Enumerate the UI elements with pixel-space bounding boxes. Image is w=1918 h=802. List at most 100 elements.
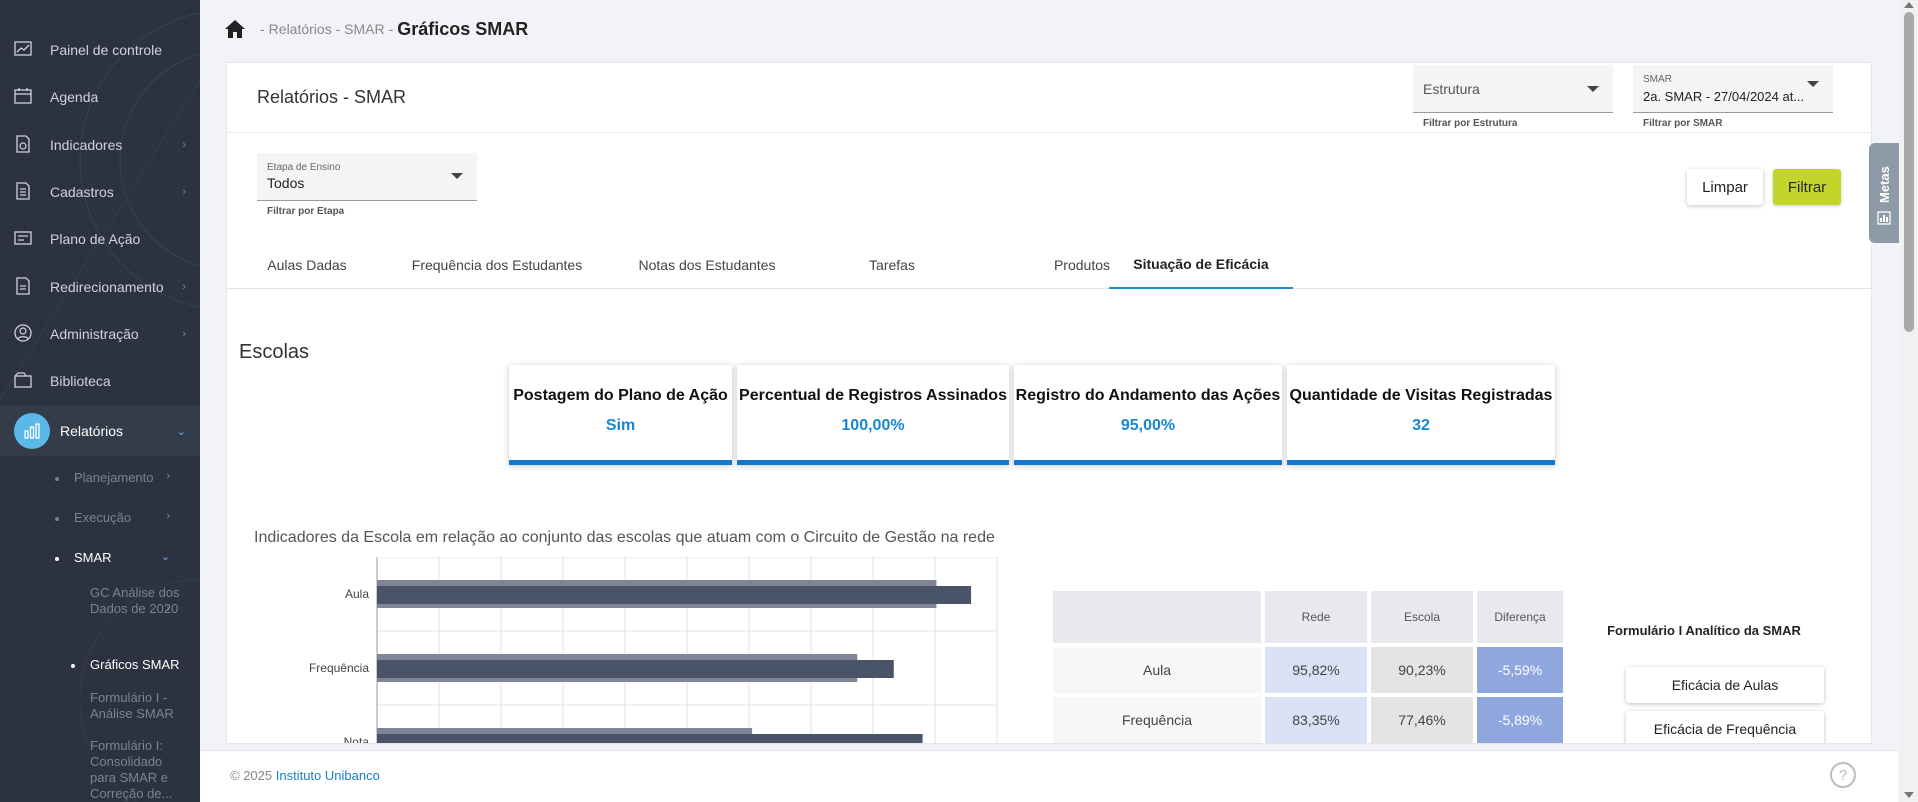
comparison-table: Rede Escola Diferença Aula 95,82% 90,23%… <box>1049 587 1567 743</box>
eficacia-aulas-button[interactable]: Eficácia de Aulas <box>1626 667 1824 703</box>
kpi-value: 100,00% <box>841 417 905 434</box>
sidebar-subitem-label: Formulário I - Análise SMAR <box>90 690 174 721</box>
sidebar-item-label: Biblioteca <box>50 373 111 389</box>
kpi-value: 32 <box>1412 417 1430 434</box>
chevron-down-icon <box>1807 81 1819 87</box>
sidebar-item-administracao[interactable]: Administração › <box>0 311 200 357</box>
bar-chart-icon <box>1877 211 1891 225</box>
kpi-title: Registro do Andamento das Ações <box>1015 387 1281 404</box>
smar-select-label: SMAR <box>1643 74 1672 85</box>
clipboard-icon <box>14 231 32 245</box>
section-title: Escolas <box>239 341 310 363</box>
kpi-value: Sim <box>605 417 636 434</box>
breadcrumb: - Relatórios - SMAR - Gráficos SMAR <box>224 16 528 42</box>
calendar-icon <box>14 88 32 104</box>
bar-rede <box>377 660 894 678</box>
sidebar-subitem-label: SMAR <box>74 550 112 565</box>
sidebar-subitem-gc-analise[interactable]: GC Análise dos Dados de 2020 › <box>0 585 200 639</box>
sidebar: Painel de controle Agenda Indicadores › … <box>0 0 200 802</box>
bar-rede <box>377 586 972 604</box>
cell-escola: 90,23% <box>1371 647 1473 693</box>
table-header: Diferença <box>1477 591 1563 643</box>
etapa-hint: Filtrar por Etapa <box>267 206 345 217</box>
sidebar-item-relatorios[interactable]: Relatórios ⌄ <box>0 406 200 456</box>
category-label: Aula <box>345 587 369 601</box>
category-label: Frequência <box>309 661 369 675</box>
sidebar-item-label: Administração <box>50 326 139 342</box>
redirect-icon <box>16 277 30 295</box>
tab-notas[interactable]: Notas dos Estudantes <box>617 241 797 289</box>
cell-rede: 83,35% <box>1265 697 1367 743</box>
page-title: Gráficos SMAR <box>397 18 529 39</box>
sidebar-item-painel[interactable]: Painel de controle <box>0 27 200 73</box>
chart-line-icon <box>14 41 32 56</box>
scroll-down-icon[interactable] <box>1904 792 1914 798</box>
sidebar-subitem-formulario-i[interactable]: Formulário I - Análise SMAR <box>0 690 200 726</box>
tab-bar: Aulas Dadas Frequência dos Estudantes No… <box>227 241 1871 289</box>
form-panel-title-text: Formulário I Analítico da SMAR <box>1607 623 1801 638</box>
home-icon[interactable] <box>224 19 246 39</box>
chevron-right-icon: › <box>166 510 170 522</box>
sidebar-item-label: Plano de Ação <box>50 231 141 247</box>
sidebar-item-plano-de-acao[interactable]: Plano de Ação <box>0 216 200 262</box>
brand-link[interactable]: Instituto Unibanco <box>276 768 380 783</box>
help-icon[interactable]: ? <box>1830 762 1856 788</box>
sidebar-item-label: Relatórios <box>60 423 124 439</box>
chevron-right-icon: › <box>182 186 186 198</box>
card-title: Relatórios - SMAR <box>257 87 407 107</box>
bullet-icon <box>71 664 75 668</box>
sidebar-subitem-formulario-i-consolidado[interactable]: Formulário I: Consolidado para SMAR e Co… <box>0 738 200 802</box>
cell-diferenca: -5,59% <box>1477 647 1563 693</box>
sidebar-subitem-label: Formulário I: Consolidado para SMAR e Co… <box>90 738 173 801</box>
sidebar-item-agenda[interactable]: Agenda <box>0 74 200 120</box>
sidebar-subitem-graficos-smar[interactable]: Gráficos SMAR <box>0 657 200 675</box>
sidebar-subitem-smar[interactable]: SMAR ⌄ <box>0 550 200 568</box>
metas-label: Metas <box>1877 166 1892 203</box>
list-icon <box>16 182 30 200</box>
table-header: Escola <box>1371 591 1473 643</box>
category-label: Nota <box>344 735 370 744</box>
chevron-right-icon: › <box>182 139 186 151</box>
sidebar-item-redirecionamento[interactable]: Redirecionamento › <box>0 264 200 310</box>
kpi-title: Percentual de Registros Assinados <box>739 387 1007 404</box>
form-panel-title: Formulário I Analítico da SMAR <box>1599 621 1809 641</box>
tab-frequencia[interactable]: Frequência dos Estudantes <box>397 241 597 289</box>
sidebar-item-cadastros[interactable]: Cadastros › <box>0 169 200 215</box>
chevron-right-icon: › <box>182 281 186 293</box>
clear-button[interactable]: Limpar <box>1687 169 1763 205</box>
scroll-up-icon[interactable] <box>1904 2 1914 8</box>
tab-tarefas[interactable]: Tarefas <box>807 241 977 289</box>
chevron-down-icon: ⌄ <box>176 425 186 438</box>
chevron-right-icon: › <box>166 603 170 615</box>
etapa-ensino-select[interactable]: Etapa de Ensino Todos <box>257 153 477 201</box>
sidebar-item-label: Cadastros <box>50 184 114 200</box>
sidebar-item-label: Agenda <box>50 89 99 105</box>
sidebar-item-biblioteca[interactable]: Biblioteca <box>0 358 200 404</box>
sidebar-subitem-planejamento[interactable]: Planejamento › <box>0 470 200 488</box>
sidebar-item-label: Redirecionamento <box>50 279 164 295</box>
metas-side-tab[interactable]: Metas <box>1869 143 1899 243</box>
cell-rede: 95,82% <box>1265 647 1367 693</box>
sidebar-subitem-label: Gráficos SMAR <box>90 657 180 672</box>
sidebar-item-indicadores[interactable]: Indicadores › <box>0 122 200 168</box>
tab-aulas-dadas[interactable]: Aulas Dadas <box>257 241 357 289</box>
estrutura-select[interactable]: Estrutura <box>1413 65 1613 113</box>
etapa-ensino-value: Todos <box>267 175 305 191</box>
filter-button[interactable]: Filtrar <box>1773 169 1841 205</box>
eficacia-frequencia-button[interactable]: Eficácia de Frequência <box>1626 711 1824 743</box>
chevron-down-icon <box>1587 86 1599 92</box>
etapa-ensino-label: Etapa de Ensino <box>267 162 341 173</box>
kpi-card: Percentual de Registros Assinados 100,00… <box>737 365 1009 465</box>
report-icon <box>16 135 30 153</box>
breadcrumb-parent[interactable]: Relatórios - SMAR <box>269 21 385 37</box>
scrollbar-thumb[interactable] <box>1904 12 1914 332</box>
sidebar-subitem-execucao[interactable]: Execução › <box>0 510 200 528</box>
smar-select[interactable]: SMAR 2a. SMAR - 27/04/2024 at... <box>1633 65 1833 113</box>
scrollbar[interactable] <box>1900 0 1918 802</box>
bullet-icon <box>55 517 59 521</box>
estrutura-hint: Filtrar por Estrutura <box>1423 118 1518 129</box>
bar-chart-icon <box>14 413 50 449</box>
kpi-title: Quantidade de Visitas Registradas <box>1289 387 1553 404</box>
tab-situacao-eficacia[interactable]: Situação de Eficácia <box>1109 241 1293 289</box>
smar-hint: Filtrar por SMAR <box>1643 118 1723 129</box>
